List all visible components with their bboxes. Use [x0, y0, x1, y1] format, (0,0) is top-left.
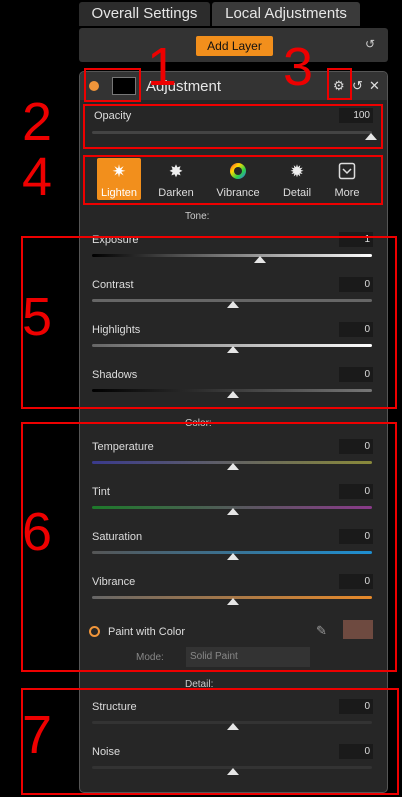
annotation-number-5: 5: [22, 287, 53, 347]
add-layer-button[interactable]: Add Layer: [196, 36, 273, 56]
annotation-box-3: [327, 68, 352, 100]
annotation-number-1: 1: [147, 37, 178, 97]
tab-overall-settings[interactable]: Overall Settings: [79, 2, 210, 26]
close-icon[interactable]: ✕: [369, 78, 380, 94]
annotation-box-4: [83, 155, 383, 205]
annotation-number-2: 2: [22, 92, 53, 152]
annotation-box-1: [84, 68, 141, 102]
tab-local-adjustments[interactable]: Local Adjustments: [212, 2, 360, 26]
tone-section-label: Tone:: [185, 211, 210, 222]
annotation-box-6: [21, 422, 397, 672]
undo-icon[interactable]: ↺: [365, 37, 375, 51]
annotation-box-5: [21, 236, 397, 409]
annotation-number-3: 3: [283, 37, 314, 97]
annotation-number-4: 4: [22, 147, 53, 207]
annotation-box-7: [21, 688, 399, 795]
annotation-number-6: 6: [22, 502, 53, 562]
reset-icon[interactable]: ↺: [352, 78, 363, 94]
annotation-number-7: 7: [22, 705, 53, 765]
annotation-box-2: [83, 104, 383, 149]
